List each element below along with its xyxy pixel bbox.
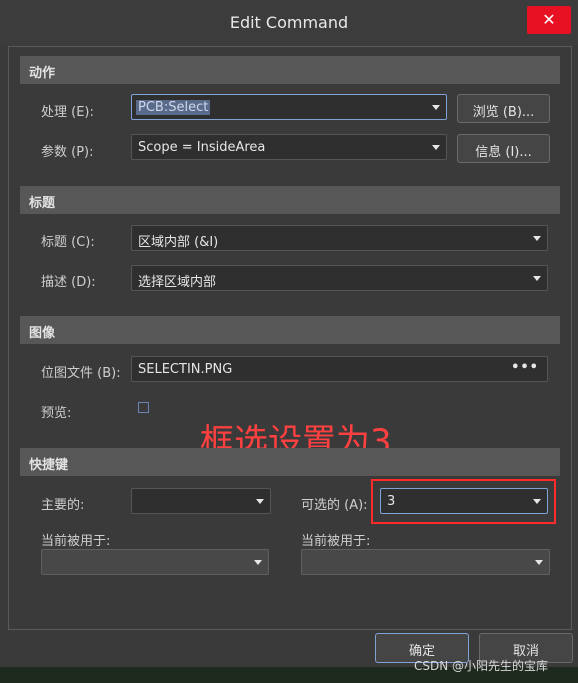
primary-shortcut-label: 主要的: <box>41 498 85 513</box>
params-label: 参数 (P): <box>41 145 94 160</box>
section-image-header: 图像 <box>20 316 560 344</box>
primary-current-used-combo[interactable] <box>41 549 269 575</box>
close-button[interactable]: ✕ <box>527 6 571 34</box>
info-button-label: 信息 (I)... <box>475 145 532 160</box>
annotation-highlight-box <box>371 479 556 524</box>
caption-desc-value: 选择区域内部 <box>138 275 217 290</box>
primary-current-used-label: 当前被用于: <box>41 534 111 549</box>
chevron-down-icon <box>432 145 440 150</box>
dialog-body: 动作 处理 (E): PCB:Select 浏览 (B)... 参数 (P): … <box>0 46 578 683</box>
params-combo[interactable]: Scope = InsideArea <box>131 134 447 160</box>
caption-title-label: 标题 (C): <box>41 235 95 250</box>
alt-current-used-combo[interactable] <box>301 549 550 575</box>
chevron-down-icon <box>533 236 541 241</box>
primary-shortcut-combo[interactable] <box>131 488 271 514</box>
chevron-down-icon <box>432 105 440 110</box>
preview-checkbox[interactable] <box>138 402 149 413</box>
caption-title-value: 区域内部 (&I) <box>138 235 219 250</box>
alt-current-used-label: 当前被用于: <box>301 534 371 549</box>
section-image-title: 图像 <box>29 326 56 341</box>
watermark: CSDN @小阳先生的宝库 <box>414 659 549 673</box>
close-icon: ✕ <box>542 10 556 29</box>
section-caption-title: 标题 <box>29 196 56 211</box>
section-shortcut-header: 快捷键 <box>20 448 560 476</box>
preview-label: 预览: <box>41 406 72 421</box>
window-title: Edit Command <box>229 13 349 32</box>
chevron-down-icon <box>535 560 543 565</box>
browse-button-label: 浏览 (B)... <box>472 105 535 120</box>
more-icon[interactable]: ••• <box>511 360 539 375</box>
alt-shortcut-label: 可选的 (A): <box>301 498 368 513</box>
caption-title-combo[interactable]: 区域内部 (&I) <box>131 225 548 251</box>
browse-button[interactable]: 浏览 (B)... <box>457 94 550 123</box>
section-action-title: 动作 <box>29 66 56 81</box>
bitmap-value: SELECTIN.PNG <box>138 362 233 377</box>
title-bar: Edit Command ✕ <box>0 0 578 47</box>
chevron-down-icon <box>254 560 262 565</box>
section-shortcut-title: 快捷键 <box>29 458 69 473</box>
params-value: Scope = InsideArea <box>138 140 266 155</box>
section-caption-header: 标题 <box>20 186 560 214</box>
process-label: 处理 (E): <box>41 105 94 120</box>
process-value: PCB:Select <box>136 100 211 115</box>
chevron-down-icon <box>533 276 541 281</box>
bitmap-field[interactable]: SELECTIN.PNG ••• <box>131 356 548 382</box>
caption-desc-label: 描述 (D): <box>41 275 96 290</box>
info-button[interactable]: 信息 (I)... <box>457 134 550 163</box>
section-action-header: 动作 <box>20 56 560 84</box>
bitmap-label: 位图文件 (B): <box>41 366 121 381</box>
process-combo[interactable]: PCB:Select <box>131 94 447 120</box>
caption-desc-combo[interactable]: 选择区域内部 <box>131 265 548 291</box>
chevron-down-icon <box>256 499 264 504</box>
